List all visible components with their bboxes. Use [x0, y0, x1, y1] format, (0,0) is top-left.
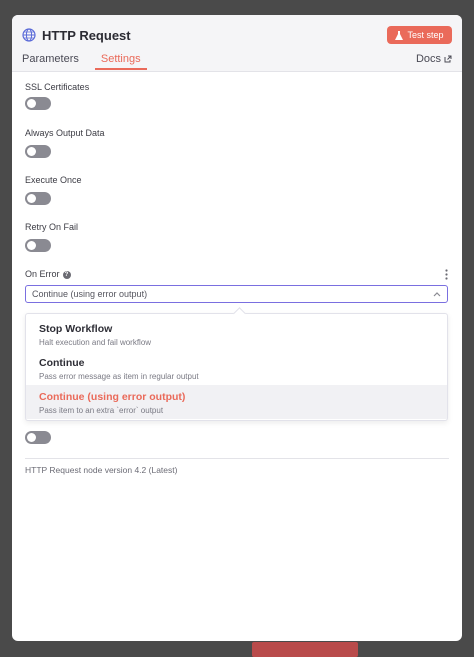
docs-link[interactable]: Docs	[416, 53, 452, 65]
option-stop-workflow[interactable]: Stop Workflow Halt execution and fail wo…	[26, 317, 447, 351]
retry-on-fail-toggle[interactable]	[25, 239, 51, 252]
on-error-select[interactable]: Continue (using error output)	[25, 285, 448, 303]
test-step-label: Test step	[407, 30, 444, 40]
node-settings-panel: HTTP Request Test step Parameters Settin…	[12, 15, 462, 641]
tab-bar: Parameters Settings	[22, 53, 169, 70]
ssl-certificates-toggle[interactable]	[25, 97, 51, 110]
divider	[25, 458, 449, 459]
node-title: HTTP Request	[42, 27, 131, 43]
on-error-label: On Error?	[25, 269, 71, 279]
globe-icon	[22, 28, 36, 42]
tab-settings[interactable]: Settings	[94, 53, 147, 70]
always-output-data-toggle[interactable]	[25, 145, 51, 158]
always-output-data-label: Always Output Data	[25, 128, 105, 138]
panel-header: HTTP Request Test step Parameters Settin…	[12, 15, 462, 72]
flask-icon	[395, 30, 404, 40]
more-options-icon[interactable]	[445, 269, 448, 280]
version-note: HTTP Request node version 4.2 (Latest)	[25, 465, 178, 475]
retry-on-fail-label: Retry On Fail	[25, 222, 79, 232]
external-link-icon	[444, 55, 452, 63]
test-step-button[interactable]: Test step	[387, 26, 452, 44]
ssl-certificates-label: SSL Certificates	[25, 82, 90, 92]
chevron-up-icon	[433, 292, 441, 297]
on-error-dropdown: Stop Workflow Halt execution and fail wo…	[25, 313, 448, 421]
docs-label: Docs	[415, 53, 441, 65]
on-error-selected-value: Continue (using error output)	[32, 289, 148, 299]
execute-once-toggle[interactable]	[25, 192, 51, 205]
tab-parameters[interactable]: Parameters	[22, 53, 79, 70]
help-icon[interactable]: ?	[62, 270, 71, 279]
background-button	[252, 642, 358, 657]
option-continue-error-output[interactable]: Continue (using error output) Pass item …	[26, 385, 447, 419]
option-continue[interactable]: Continue Pass error message as item in r…	[26, 351, 447, 385]
setting-toggle[interactable]	[25, 431, 51, 444]
execute-once-label: Execute Once	[25, 175, 82, 185]
